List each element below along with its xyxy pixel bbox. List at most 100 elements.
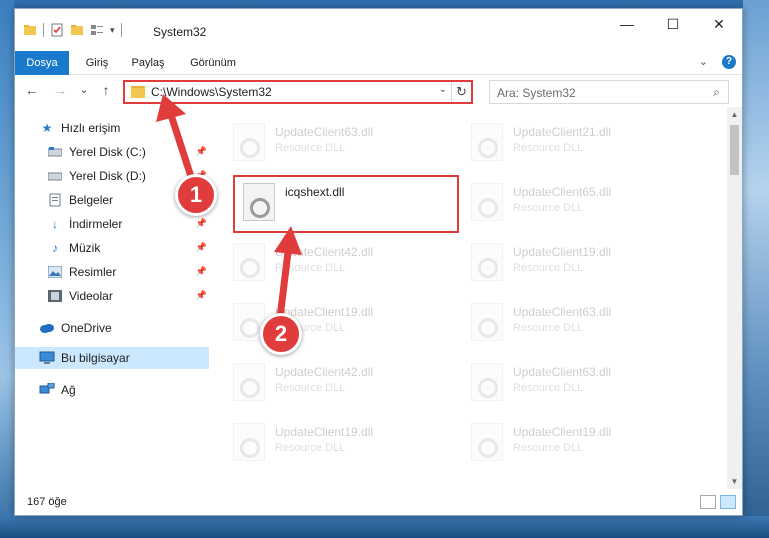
- network-icon: [39, 382, 55, 398]
- sidebar-item-label: Hızlı erişim: [61, 121, 121, 135]
- chevron-down-icon[interactable]: ⌄: [439, 84, 447, 95]
- folder-icon: [131, 86, 145, 98]
- file-description: Resource DLL: [275, 382, 346, 394]
- dll-file-icon: [233, 243, 265, 281]
- sidebar-item-label: Ağ: [61, 383, 76, 397]
- file-description: Resource DLL: [513, 202, 584, 214]
- tab-home[interactable]: Giriş: [77, 51, 117, 75]
- large-icons-view-icon[interactable]: [720, 495, 736, 509]
- navigation-bar: ← → ⌄ ↑ C:\Windows\System32 ⌄ ↻ Ara: Sys…: [15, 75, 742, 107]
- chevron-down-icon[interactable]: ▾: [110, 25, 115, 36]
- file-item[interactable]: UpdateClient42.dll Resource DLL: [229, 359, 449, 407]
- file-item[interactable]: UpdateClient65.dll Resource DLL: [467, 179, 687, 227]
- sidebar-item-network[interactable]: Ağ: [15, 379, 209, 401]
- file-description: Resource DLL: [513, 322, 584, 334]
- file-highlight-box: [233, 175, 459, 233]
- computer-icon: [39, 350, 55, 366]
- file-item[interactable]: UpdateClient19.dll Resource DLL: [467, 239, 687, 287]
- details-view-icon[interactable]: [700, 495, 716, 509]
- file-name: UpdateClient65.dll: [513, 185, 612, 199]
- properties-icon[interactable]: [50, 23, 64, 37]
- file-name: UpdateClient19.dll: [513, 245, 612, 259]
- item-count: 167 öğe: [27, 496, 67, 508]
- scroll-thumb[interactable]: [730, 125, 739, 175]
- cloud-icon: [39, 320, 55, 336]
- dll-file-icon: [471, 243, 503, 281]
- pin-icon[interactable]: 📌: [196, 146, 207, 157]
- step-badge-1: 1: [175, 174, 217, 216]
- tab-view[interactable]: Görünüm: [183, 51, 243, 75]
- pin-icon[interactable]: 📌: [196, 290, 207, 301]
- sidebar-item-pictures[interactable]: Resimler 📌: [15, 261, 209, 283]
- sidebar-item-label: Bu bilgisayar: [61, 351, 130, 365]
- file-list: UpdateClient63.dll Resource DLL UpdateCl…: [223, 107, 727, 489]
- file-name: UpdateClient21.dll: [513, 125, 612, 139]
- file-item[interactable]: UpdateClient19.dll Resource DLL: [467, 419, 687, 467]
- file-item[interactable]: UpdateClient21.dll Resource DLL: [467, 119, 687, 167]
- recent-locations-button[interactable]: ⌄: [75, 81, 93, 99]
- new-folder-icon[interactable]: [70, 23, 84, 37]
- sidebar-item-this-pc[interactable]: Bu bilgisayar: [15, 347, 209, 369]
- refresh-button[interactable]: ↻: [451, 82, 471, 102]
- file-name: UpdateClient19.dll: [275, 425, 374, 439]
- file-item[interactable]: UpdateClient63.dll Resource DLL: [467, 299, 687, 347]
- step-badge-2: 2: [260, 313, 302, 355]
- file-description: Resource DLL: [275, 262, 346, 274]
- chevron-down-icon[interactable]: ⌄: [699, 55, 708, 69]
- folder-icon: [24, 25, 36, 35]
- drive-icon: [47, 168, 63, 184]
- sidebar-item-label: Yerel Disk (D:): [69, 169, 146, 183]
- file-name: UpdateClient42.dll: [275, 365, 374, 379]
- address-path[interactable]: C:\Windows\System32: [151, 85, 272, 99]
- dll-file-icon: [471, 363, 503, 401]
- pin-icon[interactable]: 📌: [196, 266, 207, 277]
- star-icon: ★: [41, 121, 53, 135]
- search-icon[interactable]: ⌕: [713, 85, 720, 100]
- videos-icon: [47, 288, 63, 304]
- file-description: Resource DLL: [513, 142, 584, 154]
- explorer-window: ▾ System32 — ☐ ✕ Dosya Giriş Paylaş Görü…: [14, 8, 743, 516]
- sidebar-item-local-disk-c[interactable]: Yerel Disk (C:) 📌: [15, 141, 209, 163]
- drive-icon: [47, 144, 63, 160]
- sidebar-item-quick-access[interactable]: ★ Hızlı erişim: [15, 117, 209, 139]
- window-title: System32: [153, 25, 207, 39]
- scroll-up-button[interactable]: ▲: [727, 107, 742, 122]
- close-button[interactable]: ✕: [696, 9, 742, 39]
- sidebar-item-label: Yerel Disk (C:): [69, 145, 146, 159]
- sidebar-item-label: Müzik: [69, 241, 101, 255]
- customize-toolbar-icon[interactable]: [90, 23, 104, 37]
- file-name: UpdateClient42.dll: [275, 245, 374, 259]
- scroll-down-button[interactable]: ▼: [727, 474, 742, 489]
- status-bar: 167 öğe: [15, 489, 742, 515]
- file-item[interactable]: UpdateClient19.dll Resource DLL: [229, 419, 449, 467]
- file-description: Resource DLL: [275, 442, 346, 454]
- ribbon-right-controls: ⌄ ?: [699, 55, 736, 69]
- sidebar-item-label: OneDrive: [61, 321, 112, 335]
- minimize-button[interactable]: —: [604, 9, 650, 39]
- sidebar-item-downloads[interactable]: ↓ İndirmeler 📌: [15, 213, 209, 235]
- desktop-background-left: [0, 0, 14, 538]
- vertical-scrollbar[interactable]: ▲ ▼: [727, 107, 742, 489]
- tab-share[interactable]: Paylaş: [123, 51, 173, 75]
- sidebar-item-music[interactable]: ♪ Müzik 📌: [15, 237, 209, 259]
- back-button[interactable]: ←: [23, 81, 41, 99]
- file-item[interactable]: UpdateClient42.dll Resource DLL: [229, 239, 449, 287]
- maximize-button[interactable]: ☐: [650, 9, 696, 39]
- search-box[interactable]: Ara: System32 ⌕: [489, 80, 729, 104]
- file-item[interactable]: UpdateClient63.dll Resource DLL: [229, 119, 449, 167]
- address-bar[interactable]: C:\Windows\System32 ⌄ ↻: [123, 80, 473, 104]
- search-input[interactable]: Ara: System32: [497, 86, 576, 100]
- documents-icon: [47, 192, 63, 208]
- forward-button[interactable]: →: [51, 81, 69, 99]
- up-button[interactable]: ↑: [97, 81, 115, 99]
- dll-file-icon: [471, 123, 503, 161]
- file-description: Resource DLL: [513, 442, 584, 454]
- desktop-background-bottom: [0, 516, 769, 538]
- sidebar-item-onedrive[interactable]: OneDrive: [15, 317, 209, 339]
- sidebar-item-videos[interactable]: Videolar 📌: [15, 285, 209, 307]
- pin-icon[interactable]: 📌: [196, 218, 207, 229]
- dll-file-icon: [471, 423, 503, 461]
- pin-icon[interactable]: 📌: [196, 242, 207, 253]
- file-item[interactable]: UpdateClient63.dll Resource DLL: [467, 359, 687, 407]
- help-icon[interactable]: ?: [722, 55, 736, 69]
